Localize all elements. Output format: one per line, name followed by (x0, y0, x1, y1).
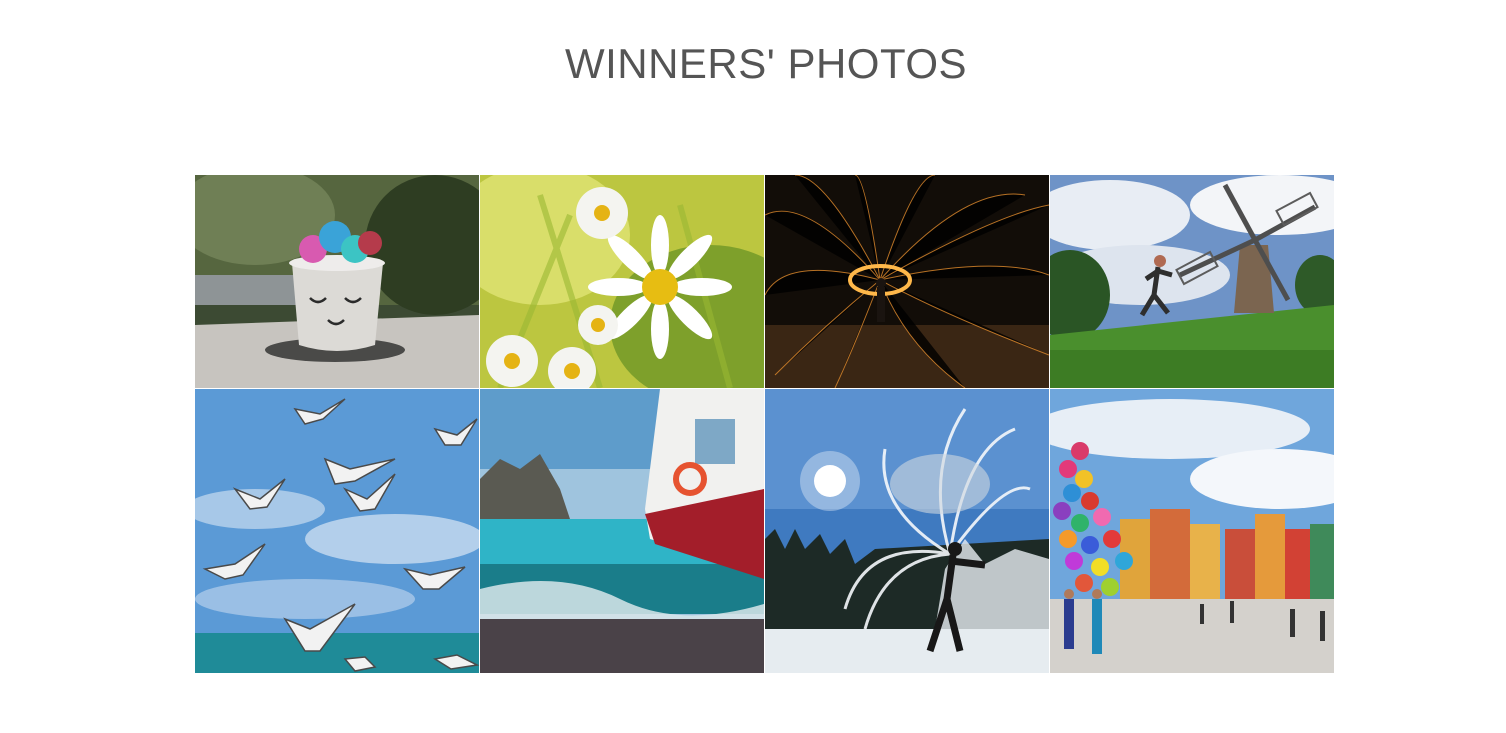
page-title: WINNERS' PHOTOS (564, 40, 968, 87)
old-town-balloons-photo (1050, 389, 1334, 673)
gallery-photo-old-town-balloons[interactable] (1050, 389, 1334, 673)
egg-cup-photo (195, 175, 479, 388)
frozen-water-photo (765, 389, 1049, 673)
gallery-photo-frozen-water[interactable] (765, 389, 1049, 673)
gallery-photo-egg-cup[interactable] (195, 175, 479, 388)
photo-gallery (195, 175, 1334, 673)
boat-photo (480, 389, 764, 673)
page: WINNERS' PHOTOS (0, 0, 1506, 733)
seagulls-photo (195, 389, 479, 673)
gallery-photo-boat[interactable] (480, 389, 764, 673)
fire-spinning-photo (765, 175, 1049, 388)
gallery-photo-seagulls[interactable] (195, 389, 479, 673)
gallery-photo-daisies[interactable] (480, 175, 764, 388)
windmill-photo (1050, 175, 1334, 388)
daisies-photo (480, 175, 764, 388)
gallery-photo-fire-spinning[interactable] (765, 175, 1049, 388)
gallery-photo-windmill[interactable] (1050, 175, 1334, 388)
